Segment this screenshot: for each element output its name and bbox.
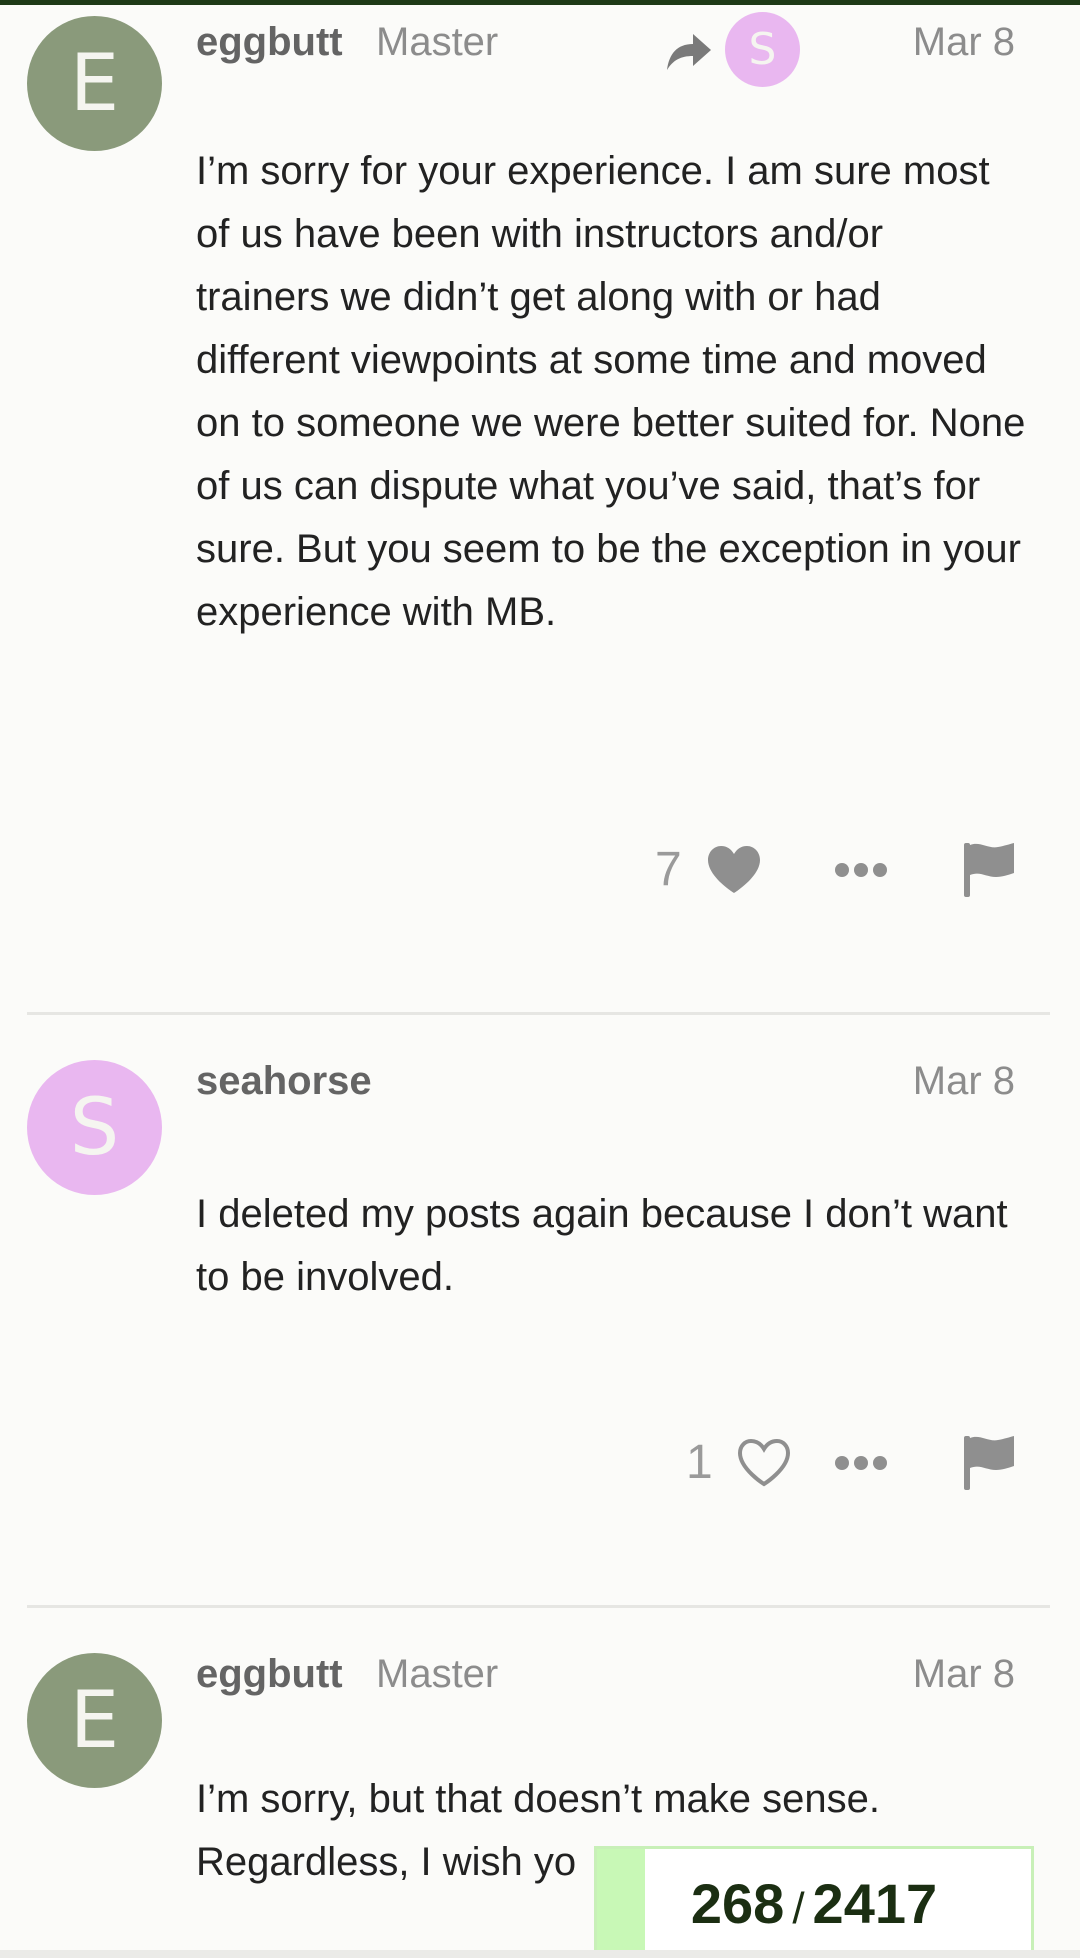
user-title: Master bbox=[376, 20, 499, 64]
post-body: I’m sorry for your experience. I am sure… bbox=[196, 149, 1026, 634]
reply-to-avatar-letter: S bbox=[748, 24, 777, 75]
username[interactable]: eggbutt bbox=[196, 20, 343, 65]
bottom-edge bbox=[0, 1950, 1080, 1958]
flag-icon[interactable] bbox=[962, 1434, 1016, 1492]
more-dots-icon[interactable] bbox=[834, 862, 888, 878]
post-2: S seahorse Mar 8 I deleted my posts agai… bbox=[0, 1015, 1080, 1605]
heart-filled-icon[interactable] bbox=[706, 845, 762, 895]
post-1: E eggbutt Master S Mar 8 I’m sorry for y… bbox=[0, 0, 1080, 1015]
progress-total: 2417 bbox=[812, 1872, 938, 1935]
flag-icon[interactable] bbox=[962, 841, 1016, 899]
avatar-letter: E bbox=[69, 1675, 120, 1766]
reply-to-avatar[interactable]: S bbox=[725, 12, 800, 87]
topic-progress-indicator[interactable]: 268/2417 bbox=[594, 1846, 1034, 1958]
post-actions: 1 bbox=[0, 1428, 1080, 1498]
progress-current: 268 bbox=[690, 1872, 785, 1935]
progress-counter: 268/2417 bbox=[597, 1871, 1031, 1936]
post-date[interactable]: Mar 8 bbox=[913, 1652, 1015, 1697]
reply-to-indicator[interactable]: S bbox=[665, 12, 805, 92]
post-date[interactable]: Mar 8 bbox=[913, 1059, 1015, 1104]
avatar[interactable]: E bbox=[27, 16, 162, 151]
avatar-letter: S bbox=[69, 1082, 120, 1173]
like-count[interactable]: 7 bbox=[655, 835, 682, 905]
avatar[interactable]: E bbox=[27, 1653, 162, 1788]
username[interactable]: eggbutt bbox=[196, 1652, 343, 1697]
username[interactable]: seahorse bbox=[196, 1059, 372, 1104]
more-dots-icon[interactable] bbox=[834, 1455, 888, 1471]
like-count[interactable]: 1 bbox=[686, 1428, 713, 1498]
user-title: Master bbox=[376, 1652, 499, 1696]
progress-separator: / bbox=[792, 1884, 805, 1933]
post-date[interactable]: Mar 8 bbox=[913, 20, 1015, 65]
post-body: I deleted my posts again because I don’t… bbox=[196, 1192, 1008, 1299]
avatar[interactable]: S bbox=[27, 1060, 162, 1195]
post-actions: 7 bbox=[0, 835, 1080, 905]
reply-arrow-icon bbox=[667, 34, 711, 70]
heart-outline-icon[interactable] bbox=[736, 1438, 792, 1488]
avatar-letter: E bbox=[69, 38, 120, 129]
